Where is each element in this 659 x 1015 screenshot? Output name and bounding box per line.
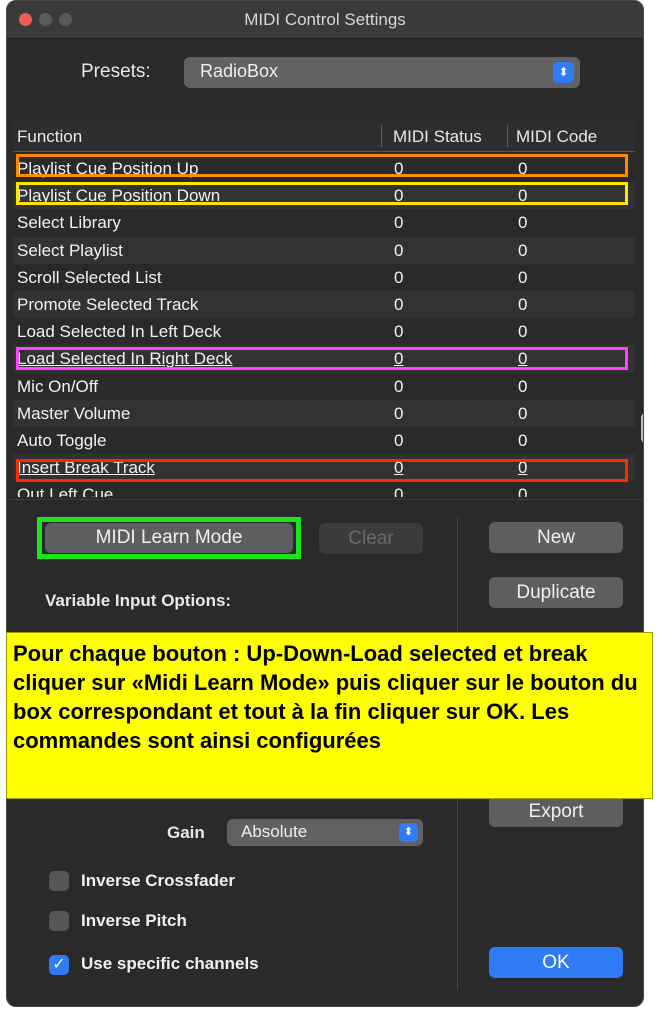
table-row[interactable]: Auto Toggle 0 0 xyxy=(13,427,635,454)
function-cell: Master Volume xyxy=(17,403,131,423)
midi-code-cell: 0 xyxy=(518,240,528,260)
inverse-crossfader-checkbox[interactable] xyxy=(49,871,69,891)
midi-code-cell: 0 xyxy=(518,294,528,314)
midi-code-cell: 0 xyxy=(518,430,528,450)
presets-label: Presets: xyxy=(81,61,151,82)
use-specific-channels-label: Use specific channels xyxy=(81,954,259,973)
highlight-box-red xyxy=(16,459,628,482)
inverse-pitch-label: Inverse Pitch xyxy=(81,911,187,930)
table-header: Function MIDI Status MIDI Code xyxy=(13,121,635,152)
inverse-crossfader-label: Inverse Crossfader xyxy=(81,871,236,890)
gain-value: Absolute xyxy=(241,822,308,841)
midi-status-cell: 0 xyxy=(394,376,404,396)
new-button[interactable]: New xyxy=(489,522,623,553)
table-rows: Playlist Cue Position Up 0 0 Playlist Cue … xyxy=(13,155,635,497)
function-cell: Select Library xyxy=(17,213,121,233)
chevron-updown-icon[interactable]: ⬍ xyxy=(399,823,418,842)
ok-button[interactable]: OK xyxy=(489,947,623,978)
midi-status-cell: 0 xyxy=(394,485,404,497)
title-bar: MIDI Control Settings xyxy=(7,1,643,39)
table-row[interactable]: Scroll Selected List 0 0 xyxy=(13,264,635,291)
midi-code-cell: 0 xyxy=(518,267,528,287)
gain-select[interactable]: Absolute ⬍ xyxy=(227,819,423,846)
checkmark-icon: ✓ xyxy=(52,956,66,973)
midi-code-cell: 0 xyxy=(518,213,528,233)
table-row[interactable]: Out Left Cue 0 0 xyxy=(13,481,635,497)
table-row[interactable]: Select Library 0 0 xyxy=(13,209,635,236)
midi-function-table[interactable]: Function MIDI Status MIDI Code Playlist … xyxy=(13,121,635,497)
use-specific-channels-checkbox[interactable]: ✓ xyxy=(49,955,69,975)
midi-status-cell: 0 xyxy=(394,322,404,342)
function-cell: Promote Selected Track xyxy=(17,294,199,314)
midi-status-cell: 0 xyxy=(394,213,404,233)
column-header-midi-status[interactable]: MIDI Status xyxy=(393,127,482,147)
presets-value: RadioBox xyxy=(200,61,279,81)
table-row[interactable]: Load Selected In Left Deck 0 0 xyxy=(13,318,635,345)
highlight-box-orange xyxy=(16,154,628,177)
midi-code-cell: 0 xyxy=(518,376,528,396)
column-header-midi-code[interactable]: MIDI Code xyxy=(516,127,597,147)
function-cell: Select Playlist xyxy=(17,240,123,260)
duplicate-button[interactable]: Duplicate xyxy=(489,577,623,608)
table-scrollbar-thumb[interactable] xyxy=(641,413,643,443)
midi-learn-mode-button[interactable]: MIDI Learn Mode xyxy=(45,523,293,553)
function-cell: Load Selected In Left Deck xyxy=(17,322,222,342)
function-cell: Out Left Cue xyxy=(17,485,114,497)
midi-status-cell: 0 xyxy=(394,267,404,287)
chevron-updown-icon[interactable]: ⬍ xyxy=(553,62,574,83)
column-header-function[interactable]: Function xyxy=(17,127,82,147)
table-row[interactable]: Mic On/Off 0 0 xyxy=(13,373,635,400)
clear-button[interactable]: Clear xyxy=(319,523,423,554)
window-title: MIDI Control Settings xyxy=(244,10,406,29)
highlight-box-yellow xyxy=(16,182,628,205)
midi-code-cell: 0 xyxy=(518,322,528,342)
midi-status-cell: 0 xyxy=(394,240,404,260)
midi-status-cell: 0 xyxy=(394,294,404,314)
presets-select[interactable]: RadioBox ⬍ xyxy=(184,57,580,88)
midi-code-cell: 0 xyxy=(518,403,528,423)
variable-input-options-label: Variable Input Options: xyxy=(45,591,232,610)
column-divider xyxy=(381,125,382,147)
midi-control-settings-window: MIDI Control Settings Presets: RadioBox … xyxy=(6,0,644,1007)
column-divider xyxy=(507,125,508,147)
export-button[interactable]: Export xyxy=(489,796,623,827)
table-row[interactable]: Select Playlist 0 0 xyxy=(13,236,635,264)
midi-status-cell: 0 xyxy=(394,430,404,450)
table-row[interactable]: Master Volume 0 0 xyxy=(13,399,635,427)
function-cell: Scroll Selected List xyxy=(17,267,162,287)
highlight-box-magenta xyxy=(16,347,628,370)
function-cell: Auto Toggle xyxy=(17,430,107,450)
function-cell: Mic On/Off xyxy=(17,376,98,396)
table-row[interactable]: Promote Selected Track 0 0 xyxy=(13,290,635,319)
midi-code-cell: 0 xyxy=(518,485,528,497)
midi-status-cell: 0 xyxy=(394,403,404,423)
gain-label: Gain xyxy=(167,823,205,842)
inverse-pitch-checkbox[interactable] xyxy=(49,911,69,931)
instruction-callout: Pour chaque bouton : Up-Down-Load select… xyxy=(6,632,653,799)
